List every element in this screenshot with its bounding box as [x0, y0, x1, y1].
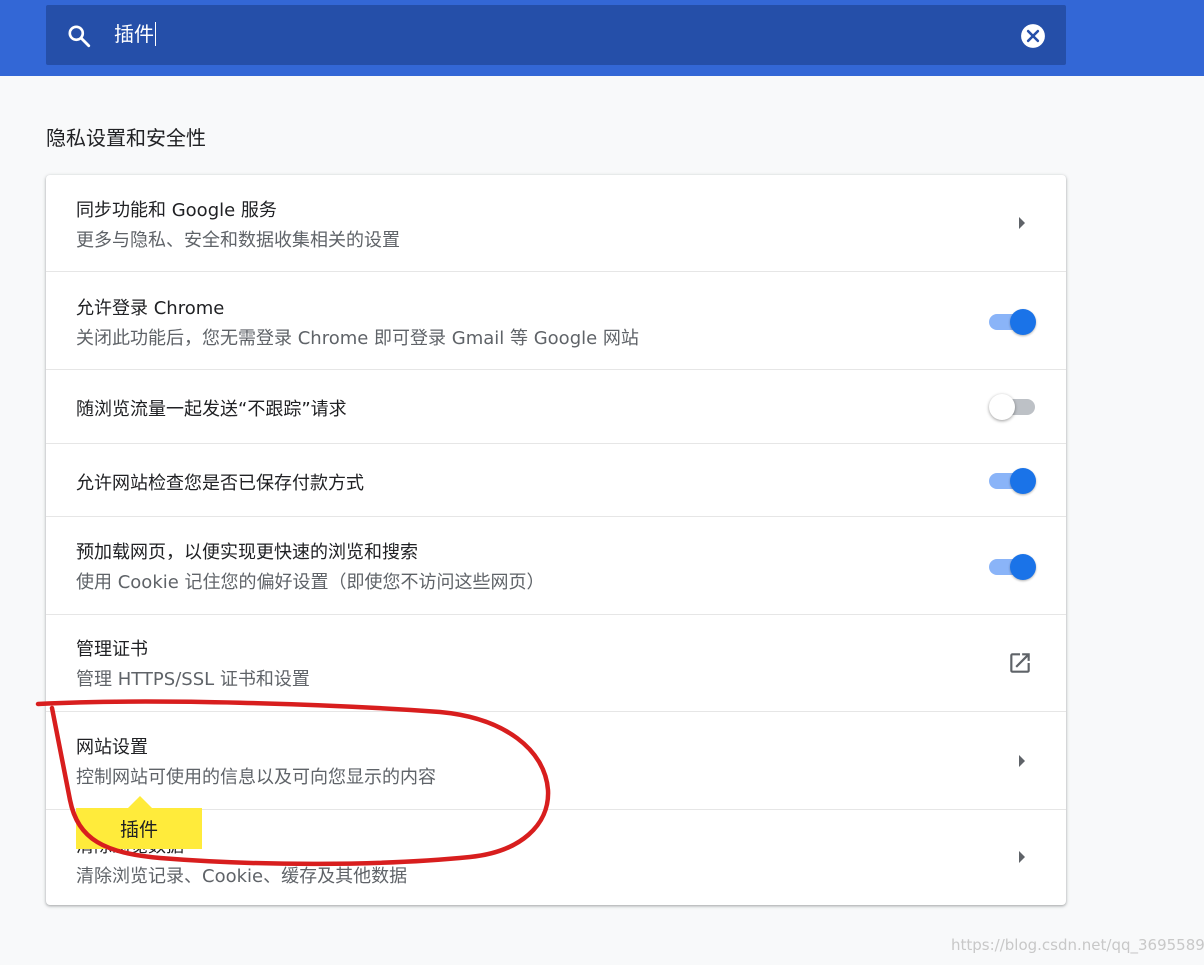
row-title: 管理证书 [76, 639, 148, 660]
chevron-right-icon [1019, 217, 1025, 229]
row-title: 网站设置 [76, 737, 148, 758]
preload-pages-toggle[interactable] [989, 551, 1037, 581]
row-subtitle: 管理 HTTPS/SSL 证书和设置 [76, 669, 310, 690]
row-title: 同步功能和 Google 服务 [76, 200, 277, 221]
allow-chrome-sign-in-row: 允许登录 Chrome 关闭此功能后，您无需登录 Chrome 即可登录 Gma… [46, 271, 1066, 369]
search-input[interactable]: 插件 [114, 20, 156, 48]
text-caret [155, 22, 156, 46]
watermark: https://blog.csdn.net/qq_36955890 [951, 936, 1204, 954]
search-input-value: 插件 [114, 22, 154, 46]
do-not-track-row: 随浏览流量一起发送“不跟踪”请求 [46, 369, 1066, 443]
search-icon [68, 25, 91, 48]
toggle-knob [989, 394, 1015, 420]
toggle-knob [1010, 309, 1036, 335]
row-title: 允许网站检查您是否已保存付款方式 [76, 473, 364, 494]
payment-methods-check-row: 允许网站检查您是否已保存付款方式 [46, 443, 1066, 516]
sync-and-google-services-row[interactable]: 同步功能和 Google 服务 更多与隐私、安全和数据收集相关的设置 [46, 175, 1066, 271]
chevron-right-icon [1019, 755, 1025, 767]
do-not-track-toggle[interactable] [989, 391, 1037, 421]
manage-certificates-row[interactable]: 管理证书 管理 HTTPS/SSL 证书和设置 [46, 614, 1066, 711]
chevron-right-icon [1019, 851, 1025, 863]
row-subtitle: 控制网站可使用的信息以及可向您显示的内容 [76, 767, 436, 788]
row-title: 预加载网页，以便实现更快速的浏览和搜索 [76, 542, 418, 563]
section-title: 隐私设置和安全性 [46, 126, 206, 150]
toggle-knob [1010, 468, 1036, 494]
row-title: 随浏览流量一起发送“不跟踪”请求 [76, 399, 347, 420]
row-subtitle: 使用 Cookie 记住您的偏好设置（即使您不访问这些网页） [76, 572, 545, 593]
site-settings-row[interactable]: 网站设置 控制网站可使用的信息以及可向您显示的内容 [46, 711, 1066, 809]
search-highlight-pointer [128, 796, 152, 808]
payment-methods-check-toggle[interactable] [989, 465, 1037, 495]
privacy-settings-card: 同步功能和 Google 服务 更多与隐私、安全和数据收集相关的设置 允许登录 … [46, 175, 1066, 905]
row-subtitle: 清除浏览记录、Cookie、缓存及其他数据 [76, 866, 408, 887]
toggle-knob [1010, 554, 1036, 580]
clear-icon[interactable] [1020, 23, 1046, 49]
row-title: 允许登录 Chrome [76, 298, 225, 319]
row-subtitle: 更多与隐私、安全和数据收集相关的设置 [76, 230, 400, 251]
allow-chrome-sign-in-toggle[interactable] [989, 306, 1037, 336]
preload-pages-row: 预加载网页，以便实现更快速的浏览和搜索 使用 Cookie 记住您的偏好设置（即… [46, 516, 1066, 614]
search-highlight-bubble: 插件 [76, 808, 202, 849]
external-link-icon[interactable] [1007, 650, 1033, 676]
search-box[interactable] [46, 5, 1066, 65]
row-subtitle: 关闭此功能后，您无需登录 Chrome 即可登录 Gmail 等 Google … [76, 328, 639, 349]
